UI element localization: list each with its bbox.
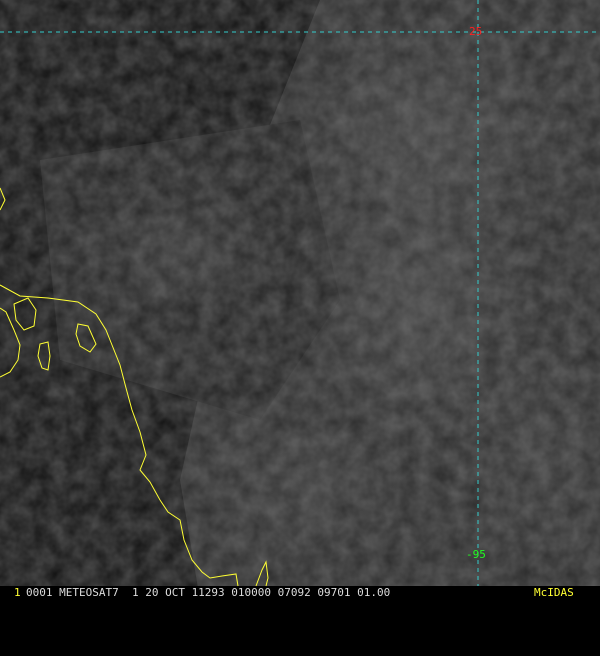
status-bar: 1 0001 METEOSAT7 1 20 OCT 11293 010000 0… — [0, 586, 600, 600]
image-texture — [0, 0, 600, 600]
latitude-label: 25 — [469, 25, 483, 38]
longitude-label: -95 — [466, 548, 486, 561]
satellite-image-frame: 25 -95 1 0001 METEOSAT7 1 20 OCT 11293 0… — [0, 0, 600, 600]
satellite-imagery — [0, 0, 600, 600]
image-info-text: 0001 METEOSAT7 1 20 OCT 11293 010000 070… — [26, 586, 391, 599]
mcidas-brand-label: McIDAS — [534, 586, 574, 599]
frame-number: 1 — [14, 586, 21, 599]
